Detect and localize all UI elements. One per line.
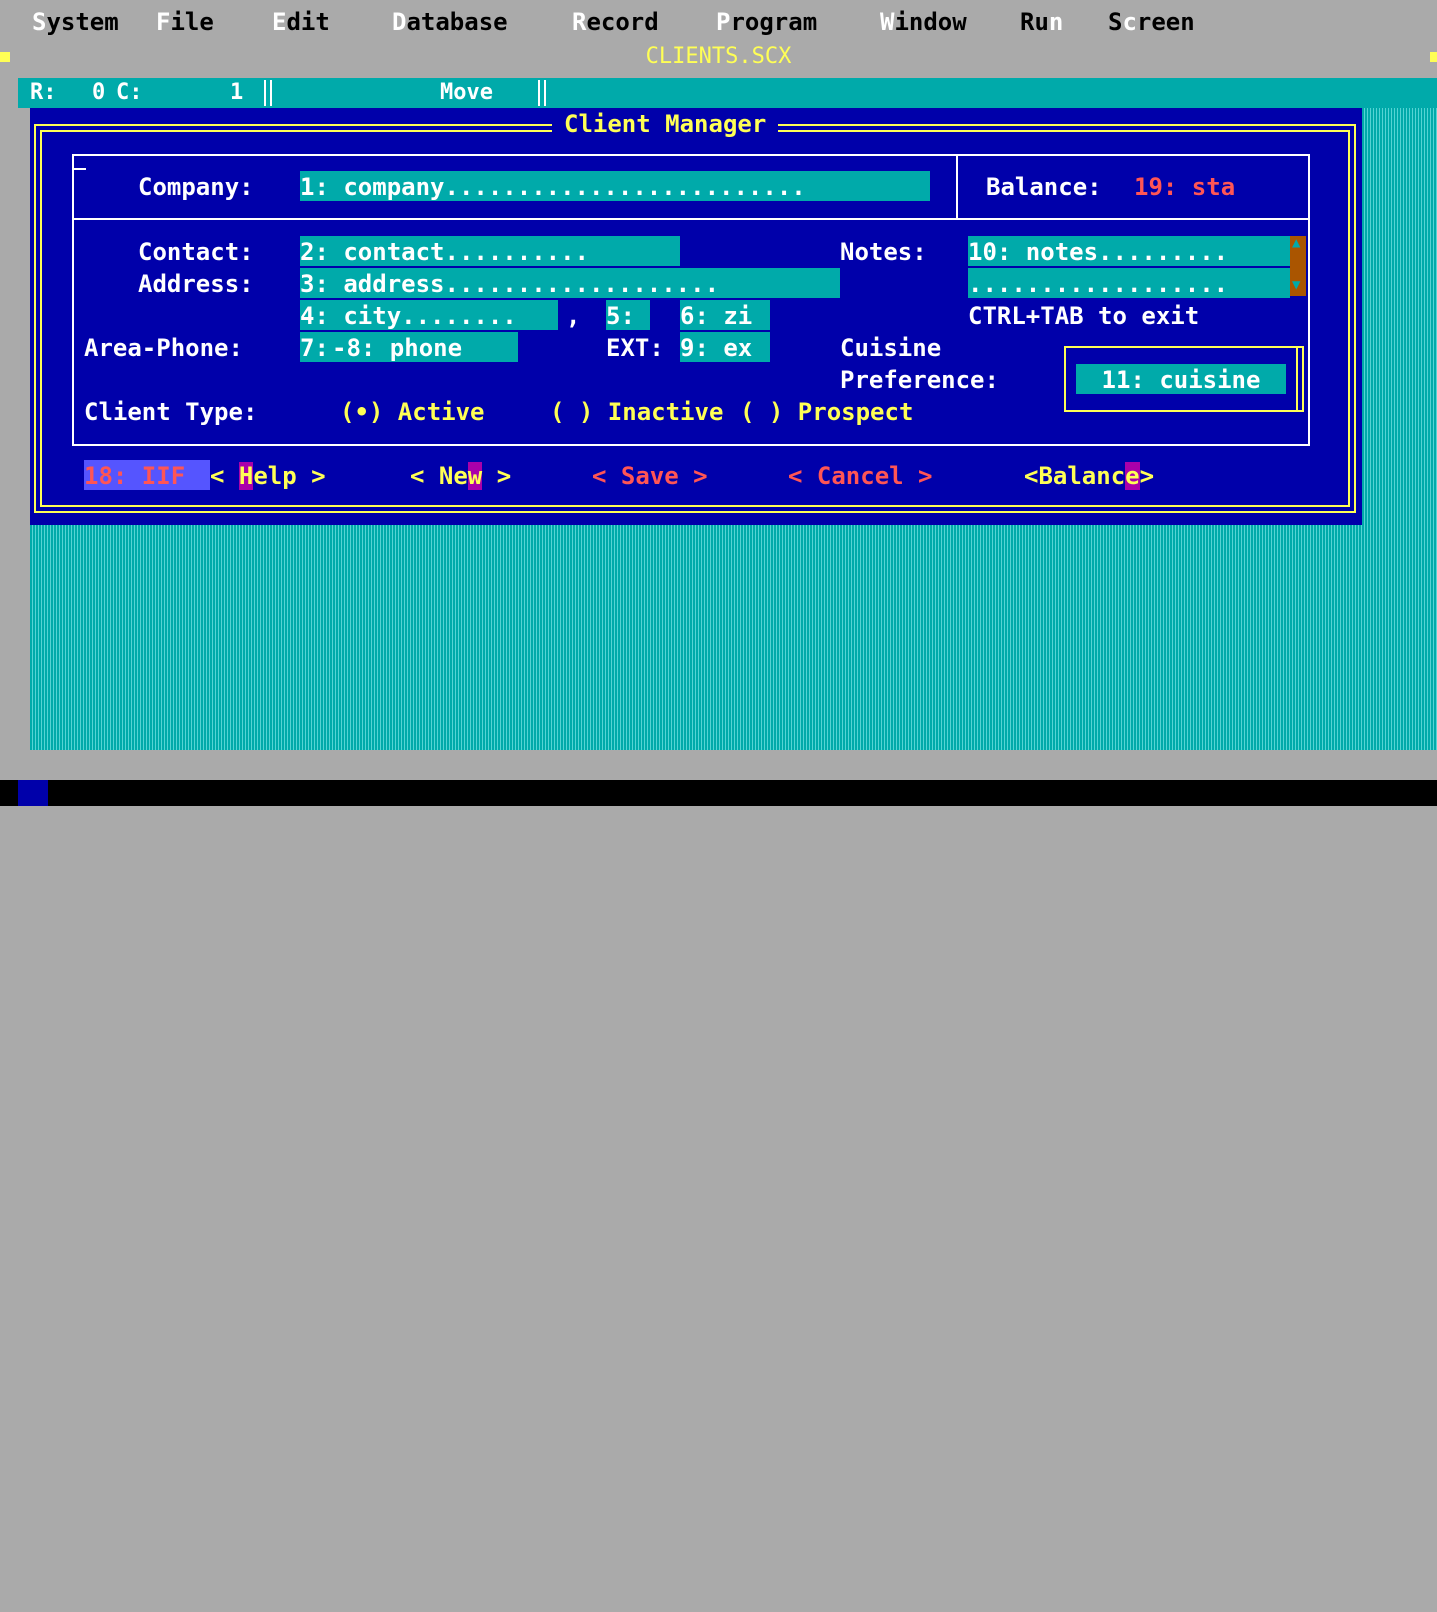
save-button[interactable]: < Save > [592,460,708,492]
notes-scrollbar[interactable]: ▲ ▼ [1290,234,1306,296]
cuisine-field[interactable]: 11: cuisine [1076,364,1286,394]
city-field[interactable]: 4: city........ [300,300,558,330]
menu-screen[interactable]: Screen [1108,8,1195,36]
status-divider [264,80,266,106]
address-label: Address: [138,270,254,298]
col-label: C: [116,80,143,105]
client-manager-window: Client Manager Company: 1: company......… [30,108,1362,525]
contact-field[interactable]: 2: contact.......... [300,236,680,266]
zip-field[interactable]: 6: zi [680,300,770,330]
contact-label: Contact: [138,238,254,266]
city-comma: , [566,302,581,330]
company-label: Company: [138,173,254,201]
bottom-bar-cursor [18,780,48,806]
state-field[interactable]: 5: [606,300,650,330]
help-button[interactable]: < Help > [210,460,326,492]
notes-label: Notes: [840,238,927,266]
window-shadow-bottom [30,525,1437,750]
notes-field-line2[interactable]: .................. [968,268,1290,298]
panel-title: Client Manager [552,108,779,140]
phone-field[interactable]: -8: phone [332,332,518,362]
balance-label: Balance: [986,173,1102,201]
status-divider [270,80,272,106]
iif-field[interactable]: 18: IIF [84,460,210,490]
menu-record[interactable]: Record [572,8,659,36]
ext-label: EXT: [606,334,664,362]
menu-run[interactable]: Run [1020,8,1063,36]
menu-window[interactable]: Window [880,8,967,36]
cuisine-label: Cuisine [840,334,942,362]
radio-active[interactable]: (•) Active [340,396,485,428]
clienttype-label: Client Type: [84,398,258,426]
status-divider [538,80,540,106]
ext-field[interactable]: 9: ex [680,332,770,362]
menu-file[interactable]: File [156,8,214,36]
bottom-bar [0,780,1437,806]
row-value: 0 [92,80,106,105]
preference-label: Preference: [840,366,999,394]
status-divider [544,80,546,106]
phone-label: Area-Phone: [84,334,243,362]
area-code-field[interactable]: 7: [300,332,332,362]
cuisine-box-shadow [1296,346,1298,412]
balance-divider [956,154,958,218]
address-field[interactable]: 3: address................... [300,268,840,298]
menu-bar: System File Edit Database Record Program… [0,0,1437,42]
window-title: CLIENTS.SCX [645,44,792,69]
radio-inactive[interactable]: ( ) Inactive [550,396,723,428]
cursor-mark [72,168,86,170]
notes-hint: CTRL+TAB to exit [968,302,1200,330]
menu-database[interactable]: Database [392,8,508,36]
menu-program[interactable]: Program [716,8,817,36]
row-label: R: [30,80,57,105]
balance-field[interactable]: 19: sta [1134,171,1235,203]
status-bar: R: 0 C: 1 Move [18,78,1437,108]
header-divider [72,218,1310,220]
new-button[interactable]: < New > [410,460,511,492]
col-value: 1 [230,80,244,105]
menu-system[interactable]: System [32,8,119,36]
balance-button[interactable]: <Balance> [1024,460,1154,492]
scroll-up-icon[interactable]: ▲ [1292,234,1300,252]
company-field[interactable]: 1: company......................... [300,171,930,201]
menu-edit[interactable]: Edit [272,8,330,36]
radio-prospect[interactable]: ( ) Prospect [740,396,913,428]
scroll-down-icon[interactable]: ▼ [1292,276,1300,294]
notes-field[interactable]: 10: notes......... [968,236,1290,266]
cancel-button[interactable]: < Cancel > [788,460,933,492]
mode-indicator: Move [440,80,493,105]
